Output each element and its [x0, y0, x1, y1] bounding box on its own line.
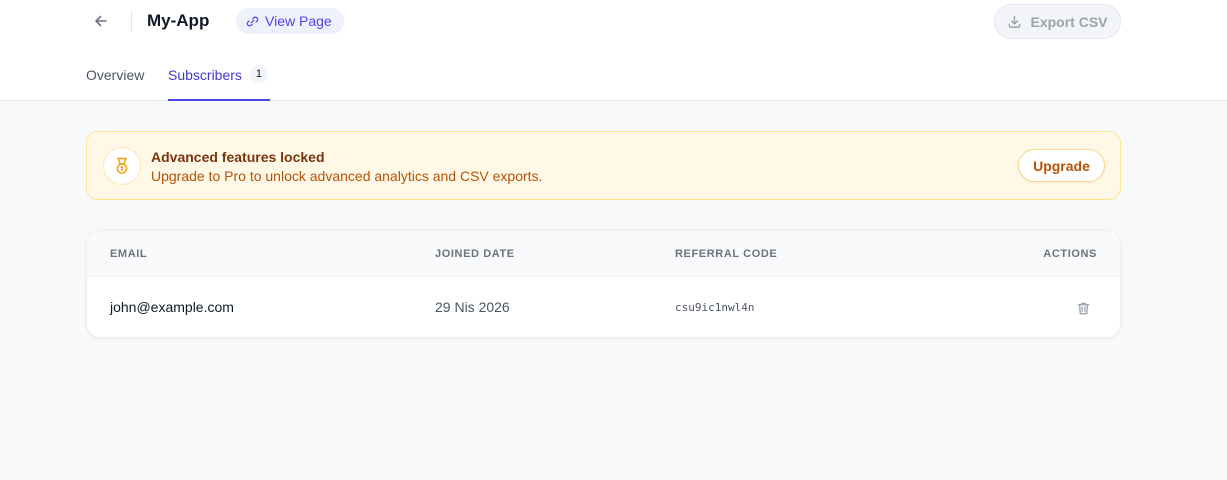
export-csv-button[interactable]: Export CSV — [994, 4, 1121, 39]
back-button[interactable] — [88, 8, 114, 34]
subscribers-table: EMAIL JOINED DATE REFERRAL CODE ACTIONS … — [86, 230, 1121, 338]
subscriber-count-badge: 1 — [249, 65, 268, 83]
view-page-button[interactable]: View Page — [236, 8, 344, 34]
banner-icon-container — [103, 147, 141, 185]
medal-icon — [116, 157, 128, 174]
banner-title: Advanced features locked — [151, 149, 325, 165]
column-header-referral-code: REFERRAL CODE — [675, 248, 778, 260]
cell-email: john@example.com — [110, 299, 234, 315]
page-title: My-App — [147, 11, 210, 30]
column-header-joined-date: JOINED DATE — [435, 248, 515, 260]
tab-overview[interactable]: Overview — [86, 64, 168, 101]
column-header-email: EMAIL — [110, 248, 148, 260]
tab-subscribers-label: Subscribers — [168, 67, 242, 83]
table-row: john@example.com 29 Nis 2026 csu9ic1nwl4… — [87, 277, 1120, 337]
cell-joined-date: 29 Nis 2026 — [435, 299, 510, 315]
column-header-actions: ACTIONS — [1043, 248, 1097, 260]
locked-features-banner: Advanced features locked Upgrade to Pro … — [86, 131, 1121, 200]
banner-message: Upgrade to Pro to unlock advanced analyt… — [151, 168, 543, 184]
header-divider — [131, 10, 132, 32]
export-csv-label: Export CSV — [1030, 13, 1108, 30]
delete-subscriber-button[interactable] — [1073, 298, 1093, 318]
view-page-label: View Page — [265, 13, 332, 29]
upgrade-button[interactable]: Upgrade — [1018, 149, 1105, 182]
tab-bar: Overview Subscribers 1 — [86, 64, 270, 101]
arrow-left-icon — [95, 15, 107, 27]
link-icon — [246, 16, 259, 26]
top-bar: My-App View Page Export CSV Overview Sub… — [0, 0, 1227, 101]
download-icon — [1009, 15, 1021, 28]
trash-icon — [1077, 302, 1089, 314]
tab-overview-label: Overview — [86, 67, 145, 83]
tab-subscribers[interactable]: Subscribers 1 — [168, 64, 270, 101]
cell-referral-code: csu9ic1nwl4n — [675, 301, 755, 314]
table-header: EMAIL JOINED DATE REFERRAL CODE ACTIONS — [87, 231, 1120, 277]
